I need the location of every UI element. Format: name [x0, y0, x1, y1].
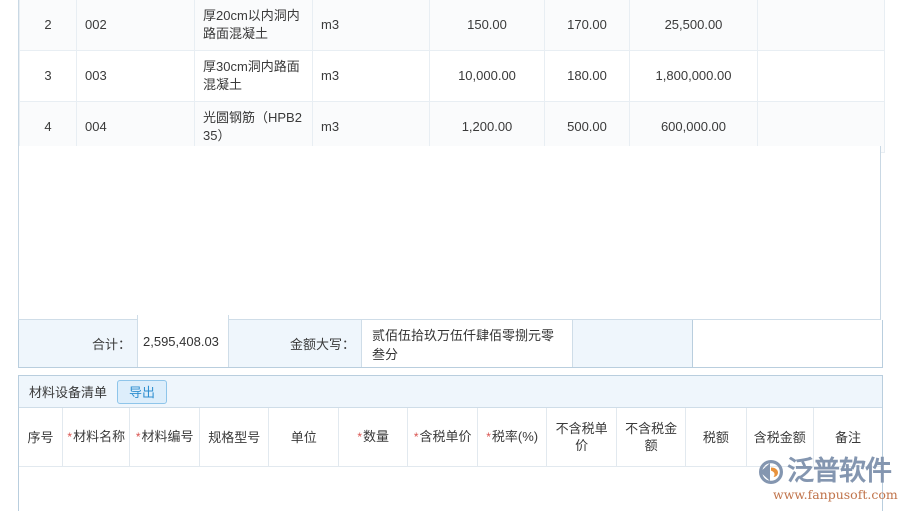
material-header-row: 序号 *材料名称 *材料编号 规格型号 单位 *数量 *含税单价 *税率(%) … [19, 408, 882, 467]
material-equipment-panel: 材料设备清单 导出 序号 *材料名称 *材料编号 规格型号 单位 *数量 *含税… [18, 375, 883, 515]
row-note [757, 50, 885, 102]
col-spec-model[interactable]: 规格型号 [198, 408, 270, 467]
col-tax-exclusive-price[interactable]: 不含税单价 [546, 408, 617, 467]
row-note [757, 0, 885, 51]
row-price: 500.00 [544, 101, 630, 153]
col-unit-label: 单位 [290, 429, 317, 445]
material-table-header: 序号 *材料名称 *材料编号 规格型号 单位 *数量 *含税单价 *税率(%) … [19, 408, 882, 467]
required-marker-icon: * [413, 430, 419, 444]
col-material-code-label: 材料编号 [141, 429, 194, 444]
col-tax-rate[interactable]: *税率(%) [476, 408, 548, 467]
col-material-name-label: 材料名称 [73, 429, 126, 444]
table-row[interactable]: 4 004 光圆钢筋（HPB235） m3 1,200.00 500.00 60… [19, 101, 885, 153]
row-price: 180.00 [544, 50, 630, 102]
row-note [757, 101, 885, 153]
material-panel-header: 材料设备清单 导出 [19, 376, 882, 408]
row-unit: m3 [312, 0, 430, 51]
material-table-empty-body [19, 467, 882, 515]
col-quantity-label: 数量 [363, 429, 390, 444]
row-amount: 600,000.00 [629, 101, 758, 153]
row-unit: m3 [312, 101, 430, 153]
required-marker-icon: * [135, 430, 141, 444]
row-index: 4 [19, 101, 77, 153]
grid-empty-area [18, 146, 881, 320]
col-unit[interactable]: 单位 [268, 408, 339, 467]
summary-spacer-end [692, 320, 882, 367]
row-index: 2 [19, 0, 77, 51]
col-tax-inclusive-price-label: 含税单价 [419, 429, 472, 444]
col-index[interactable]: 序号 [19, 408, 64, 467]
row-index: 3 [19, 50, 77, 102]
required-marker-icon: * [486, 430, 491, 444]
col-tax-rate-label: 税率(%) [491, 429, 539, 444]
row-amount: 1,800,000.00 [629, 50, 758, 102]
row-price: 170.00 [544, 0, 630, 51]
col-remark-label: 备注 [834, 429, 861, 445]
col-material-code[interactable]: *材料编号 [129, 408, 200, 467]
row-quantity: 10,000.00 [429, 50, 545, 102]
summary-spacer [573, 320, 693, 367]
amount-in-words-value: 贰佰伍拾玖万伍仟肆佰零捌元零叁分 [361, 320, 573, 367]
col-tax-exclusive-amount[interactable]: 不含税金额 [615, 408, 687, 467]
col-index-label: 序号 [27, 429, 54, 445]
total-label: 合计： [91, 337, 131, 352]
row-name: 厚30cm洞内路面混凝土 [194, 50, 313, 102]
row-quantity: 1,200.00 [429, 101, 545, 153]
table-row[interactable]: 2 002 厚20cm以内洞内路面混凝土 m3 150.00 170.00 25… [19, 0, 885, 51]
col-tax-inclusive-price[interactable]: *含税单价 [407, 408, 478, 467]
col-tax-inclusive-amount-label: 含税金额 [753, 429, 806, 445]
summary-row: 合计： 2,595,408.03 金额大写： 贰佰伍拾玖万伍仟肆佰零捌元零叁分 [18, 315, 883, 368]
total-value: 2,595,408.03 [137, 315, 229, 367]
contract-item-grid: 2 002 厚20cm以内洞内路面混凝土 m3 150.00 170.00 25… [18, 0, 885, 153]
required-marker-icon: * [357, 430, 362, 444]
col-tax-amount[interactable]: 税额 [685, 408, 747, 467]
col-tax-exclusive-amount-label: 不含税金额 [625, 421, 678, 453]
contract-item-body: 2 002 厚20cm以内洞内路面混凝土 m3 150.00 170.00 25… [19, 0, 885, 153]
row-name: 厚20cm以内洞内路面混凝土 [194, 0, 313, 51]
row-name: 光圆钢筋（HPB235） [194, 101, 313, 153]
row-code: 002 [76, 0, 195, 51]
row-code: 004 [76, 101, 195, 153]
col-tax-exclusive-price-label: 不含税单价 [555, 421, 608, 453]
material-panel-title: 材料设备清单 [29, 385, 108, 400]
contract-item-table: 2 002 厚20cm以内洞内路面混凝土 m3 150.00 170.00 25… [19, 0, 885, 153]
amount-in-words-label: 金额大写： [289, 337, 355, 352]
material-table: 序号 *材料名称 *材料编号 规格型号 单位 *数量 *含税单价 *税率(%) … [19, 408, 882, 467]
col-tax-inclusive-amount[interactable]: 含税金额 [745, 408, 814, 467]
col-quantity[interactable]: *数量 [337, 408, 409, 467]
row-amount: 25,500.00 [629, 0, 758, 51]
row-unit: m3 [312, 50, 430, 102]
col-remark[interactable]: 备注 [812, 408, 882, 467]
export-button[interactable]: 导出 [117, 379, 168, 404]
screen-root: 2 002 厚20cm以内洞内路面混凝土 m3 150.00 170.00 25… [0, 0, 900, 515]
table-row[interactable]: 3 003 厚30cm洞内路面混凝土 m3 10,000.00 180.00 1… [19, 50, 885, 102]
required-marker-icon: * [67, 430, 73, 444]
row-quantity: 150.00 [429, 0, 545, 51]
col-spec-model-label: 规格型号 [208, 429, 261, 445]
col-material-name[interactable]: *材料名称 [62, 408, 131, 467]
col-tax-amount-label: 税额 [702, 429, 729, 445]
row-code: 003 [76, 50, 195, 102]
